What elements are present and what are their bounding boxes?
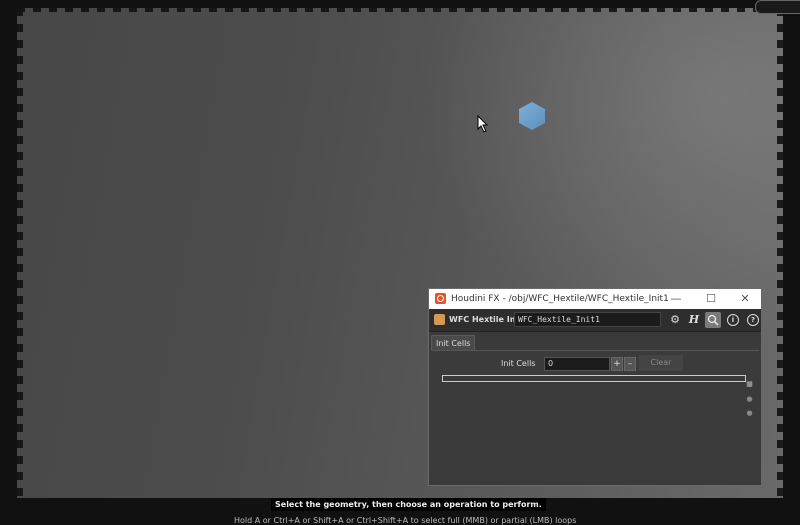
viewport-right-border xyxy=(777,8,789,511)
remove-instance-button[interactable]: – xyxy=(624,357,636,371)
init-cells-label: Init Cells xyxy=(501,359,536,368)
multiparm-separator xyxy=(442,375,746,382)
add-instance-button[interactable]: + xyxy=(611,357,623,371)
info-icon[interactable]: i xyxy=(725,312,741,328)
hscript-icon[interactable]: H xyxy=(686,312,702,328)
dot-icon[interactable]: ● xyxy=(745,395,754,404)
hextile-geometry[interactable] xyxy=(519,102,545,130)
minimize-button[interactable]: — xyxy=(659,289,693,309)
status-hint: Hold A or Ctrl+A or Shift+A or Ctrl+Shif… xyxy=(234,516,577,525)
dot-icon[interactable]: ● xyxy=(745,409,754,418)
maximize-button[interactable]: ☐ xyxy=(694,289,728,309)
close-button[interactable]: ✕ xyxy=(728,289,762,309)
node-toolbar: WFC Hextile Init WFC_Hextile_Init1 ⚙ H i… xyxy=(429,309,761,332)
houdini-logo-icon xyxy=(435,293,446,304)
status-message: Select the geometry, then choose an oper… xyxy=(271,498,546,511)
viewport-corner-button[interactable] xyxy=(755,0,800,14)
window-title: Houdini FX - /obj/WFC_Hextile/WFC_Hextil… xyxy=(451,294,669,304)
node-type-icon xyxy=(434,314,445,325)
grid-icon[interactable]: ▦ xyxy=(745,380,754,389)
clear-button[interactable]: Clear xyxy=(639,355,683,371)
status-bar: Select the geometry, then choose an oper… xyxy=(0,498,800,525)
window-titlebar[interactable]: Houdini FX - /obj/WFC_Hextile/WFC_Hextil… xyxy=(429,289,761,309)
gear-icon[interactable]: ⚙ xyxy=(667,312,683,328)
node-name-field[interactable]: WFC_Hextile_Init1 xyxy=(514,312,661,327)
init-cells-count-field[interactable]: 0 xyxy=(544,357,610,371)
node-type-label: WFC Hextile Init xyxy=(449,315,522,324)
viewport-left-border xyxy=(11,8,23,511)
help-icon[interactable]: ? xyxy=(745,312,761,328)
parameter-window: Houdini FX - /obj/WFC_Hextile/WFC_Hextil… xyxy=(428,288,762,486)
search-icon[interactable] xyxy=(705,312,721,328)
viewport-top-border xyxy=(17,4,783,12)
mouse-cursor-icon xyxy=(477,115,489,133)
